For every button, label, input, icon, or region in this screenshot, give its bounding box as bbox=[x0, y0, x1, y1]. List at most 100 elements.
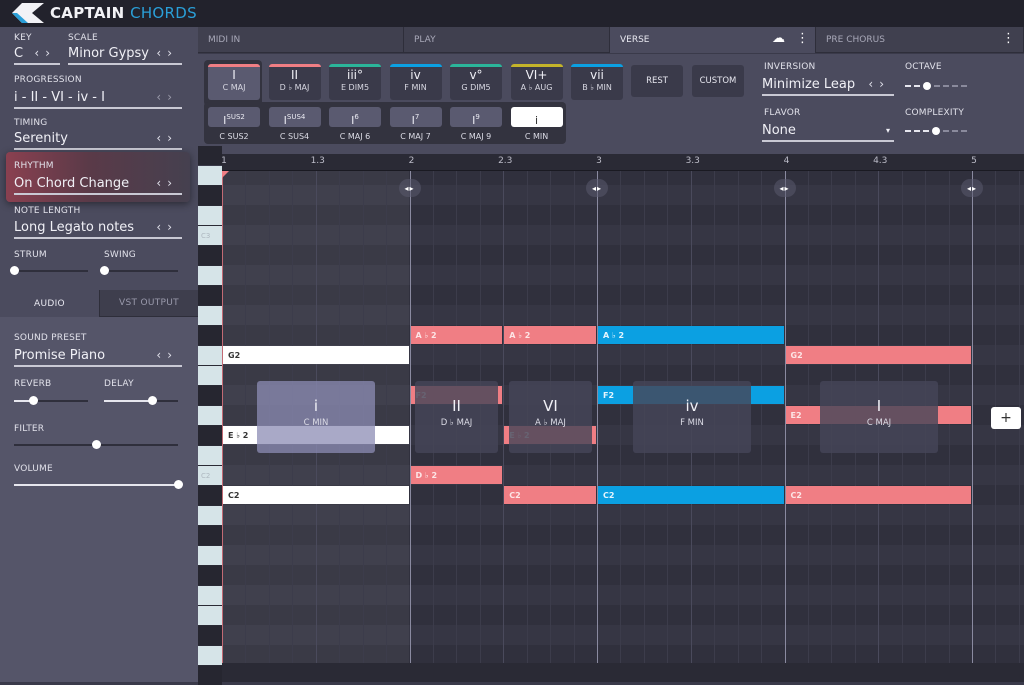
next-icon[interactable]: › bbox=[167, 90, 178, 104]
prev-icon[interactable]: ‹ bbox=[156, 46, 167, 60]
variation-button[interactable]: I6 bbox=[329, 107, 381, 127]
rest-button[interactable]: REST bbox=[631, 65, 683, 97]
white-key[interactable] bbox=[198, 346, 222, 365]
note-block[interactable]: G2 bbox=[223, 346, 409, 364]
white-key[interactable] bbox=[198, 406, 222, 425]
chord-boundary-handle[interactable]: ◂▸ bbox=[773, 179, 796, 197]
chord-boundary-handle[interactable]: ◂▸ bbox=[961, 179, 983, 197]
stepper-step[interactable] bbox=[952, 130, 958, 132]
stepper-step[interactable] bbox=[952, 85, 958, 87]
octave-stepper[interactable] bbox=[905, 82, 967, 90]
volume-slider[interactable] bbox=[14, 480, 183, 489]
stepper-step[interactable] bbox=[943, 85, 949, 87]
black-key[interactable] bbox=[198, 566, 222, 585]
white-key[interactable] bbox=[198, 546, 222, 565]
black-key[interactable] bbox=[198, 386, 222, 405]
slider-knob[interactable] bbox=[92, 440, 101, 449]
swing-slider[interactable] bbox=[100, 266, 178, 275]
black-key[interactable] bbox=[198, 246, 222, 265]
stepper-step[interactable] bbox=[905, 130, 911, 132]
white-key[interactable] bbox=[198, 366, 222, 385]
add-chord-button[interactable]: + bbox=[991, 407, 1021, 429]
black-key[interactable] bbox=[198, 486, 222, 505]
piano-keyboard[interactable]: C3 C2 bbox=[198, 146, 222, 685]
slider-knob[interactable] bbox=[28, 396, 38, 405]
chord-button[interactable]: v° G DIM5 bbox=[450, 64, 502, 100]
note-block[interactable]: C2 bbox=[785, 486, 971, 504]
sound-preset-arrows[interactable]: ‹› bbox=[156, 348, 178, 362]
white-key[interactable] bbox=[198, 306, 222, 325]
sound-preset-selector[interactable]: Promise Piano ‹› bbox=[14, 345, 182, 367]
next-icon[interactable]: › bbox=[167, 46, 178, 60]
slider-knob[interactable] bbox=[10, 266, 19, 275]
complexity-stepper[interactable] bbox=[905, 127, 967, 135]
stepper-step[interactable] bbox=[961, 130, 967, 132]
prev-icon[interactable]: ‹ bbox=[156, 90, 167, 104]
black-key[interactable] bbox=[198, 526, 222, 545]
white-key[interactable] bbox=[198, 166, 222, 185]
timing-arrows[interactable]: ‹› bbox=[156, 131, 178, 145]
more-vert-icon[interactable]: ⋮ bbox=[796, 31, 809, 46]
note-block[interactable]: D ♭ 2 bbox=[410, 466, 503, 484]
tab-vst-output[interactable]: VST OUTPUT bbox=[99, 290, 198, 317]
black-key[interactable] bbox=[198, 186, 222, 205]
black-key[interactable] bbox=[198, 326, 222, 345]
next-icon[interactable]: › bbox=[167, 176, 178, 190]
stepper-knob[interactable] bbox=[932, 127, 940, 135]
white-key[interactable] bbox=[198, 606, 222, 625]
timing-selector[interactable]: Serenity ‹› bbox=[14, 128, 182, 150]
stepper-step[interactable] bbox=[961, 85, 967, 87]
stepper-knob[interactable] bbox=[923, 82, 931, 90]
black-key[interactable] bbox=[198, 666, 222, 685]
prev-icon[interactable]: ‹ bbox=[156, 220, 167, 234]
more-vert-icon[interactable]: ⋮ bbox=[1002, 31, 1015, 46]
black-key[interactable] bbox=[198, 146, 222, 165]
variation-button[interactable]: I9 bbox=[450, 107, 502, 127]
tab-play[interactable]: PLAY bbox=[404, 27, 610, 53]
reverb-slider[interactable] bbox=[14, 396, 88, 405]
note-block[interactable]: A ♭ 2 bbox=[410, 326, 503, 344]
tab-audio[interactable]: AUDIO bbox=[0, 290, 99, 317]
stepper-step[interactable] bbox=[934, 85, 940, 87]
slider-knob[interactable] bbox=[100, 266, 109, 275]
next-icon[interactable]: › bbox=[45, 46, 56, 60]
timeline-ruler[interactable]: 1 1.3 2 2.3 3 3.3 4 4.3 5 bbox=[221, 154, 1024, 171]
prev-icon[interactable]: ‹ bbox=[868, 77, 879, 91]
tab-verse[interactable]: VERSE ☁ ⋮ bbox=[610, 27, 816, 53]
white-key[interactable] bbox=[198, 506, 222, 525]
rhythm-arrows[interactable]: ‹› bbox=[156, 176, 178, 190]
chord-button[interactable]: iv F MIN bbox=[389, 64, 442, 100]
variation-button[interactable]: i bbox=[510, 107, 563, 127]
tab-midi-in[interactable]: MIDI IN bbox=[198, 27, 404, 53]
white-key[interactable]: C2 bbox=[198, 466, 222, 485]
black-key[interactable] bbox=[198, 286, 222, 305]
inversion-selector[interactable]: Minimize Leap ‹› bbox=[762, 74, 894, 96]
filter-slider[interactable] bbox=[14, 440, 178, 449]
next-icon[interactable]: › bbox=[879, 77, 890, 91]
white-key[interactable] bbox=[198, 646, 222, 665]
white-key[interactable]: C3 bbox=[198, 226, 222, 245]
chord-card[interactable]: I C MAJ bbox=[820, 381, 938, 453]
chord-button[interactable]: I C MAJ bbox=[208, 64, 260, 100]
custom-button[interactable]: CUSTOM bbox=[692, 65, 744, 97]
chord-card[interactable]: VI A ♭ MAJ bbox=[509, 381, 592, 453]
white-key[interactable] bbox=[198, 586, 222, 605]
piano-roll-grid[interactable]: ◂▸◂▸◂▸◂▸G2E ♭ 2C2A ♭ 2F2D ♭ 2A ♭ 2E ♭ 2C… bbox=[222, 171, 1024, 663]
stepper-step[interactable] bbox=[914, 85, 920, 87]
chord-card[interactable]: II D ♭ MAJ bbox=[415, 381, 498, 453]
delay-slider[interactable] bbox=[104, 396, 178, 405]
stepper-step[interactable] bbox=[914, 130, 920, 132]
stepper-step[interactable] bbox=[923, 130, 929, 132]
note-block[interactable]: A ♭ 2 bbox=[598, 326, 784, 344]
white-key[interactable] bbox=[198, 446, 222, 465]
strum-slider[interactable] bbox=[10, 266, 88, 275]
chord-button[interactable]: VI+ A ♭ AUG bbox=[510, 64, 563, 100]
slider-knob[interactable] bbox=[174, 480, 183, 489]
chord-card[interactable]: iv F MIN bbox=[633, 381, 751, 453]
key-selector[interactable]: C ‹› bbox=[14, 43, 60, 65]
black-key[interactable] bbox=[198, 626, 222, 645]
note-block[interactable]: C2 bbox=[598, 486, 784, 504]
prev-icon[interactable]: ‹ bbox=[156, 348, 167, 362]
stepper-step[interactable] bbox=[905, 85, 911, 87]
progression-selector[interactable]: i - II - VI - iv - I ‹› bbox=[14, 87, 182, 109]
